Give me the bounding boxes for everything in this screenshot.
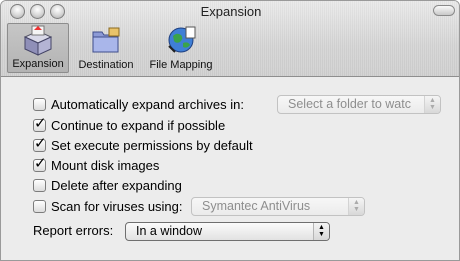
report-errors-value: In a window (136, 224, 203, 238)
continue-expand-label: Continue to expand if possible (51, 117, 226, 133)
exec-perms-row: ✓ Set execute permissions by default (33, 136, 253, 154)
delete-after-checkbox[interactable] (33, 178, 46, 192)
auto-expand-row: Automatically expand archives in: (33, 95, 244, 113)
window-title: Expansion (200, 4, 262, 19)
auto-expand-label: Automatically expand archives in: (51, 96, 244, 112)
continue-expand-checkbox[interactable]: ✓ (33, 114, 47, 132)
folder-icon (92, 27, 120, 53)
toolbar-label-destination: Destination (78, 59, 134, 71)
popup-arrows-icon: ▲ ▼ (348, 198, 364, 215)
exec-perms-checkbox[interactable]: ✓ (33, 134, 47, 152)
preferences-window: Expansion Expansion Destination File Map… (0, 0, 460, 261)
title-toolbar: Expansion Expansion Destination File Map… (1, 1, 459, 77)
antivirus-value: Symantec AntiVirus (202, 199, 311, 213)
delete-after-row: Delete after expanding (33, 176, 182, 194)
mount-images-checkbox[interactable]: ✓ (33, 154, 47, 172)
package-icon (23, 25, 53, 56)
toolbar-tab-expansion[interactable]: Expansion (7, 23, 69, 73)
globe-icon (168, 26, 196, 53)
mount-images-row: ✓ Mount disk images (33, 156, 159, 174)
mount-images-label: Mount disk images (51, 157, 160, 173)
antivirus-popup[interactable]: Symantec AntiVirus ▲ ▼ (191, 197, 365, 216)
scan-viruses-checkbox[interactable] (33, 199, 46, 213)
toolbar-label-expansion: Expansion (12, 58, 64, 70)
popup-arrows-icon: ▲ ▼ (313, 223, 329, 240)
report-errors-label: Report errors: (33, 223, 114, 238)
toolbar-toggle-button[interactable] (433, 5, 455, 16)
exec-perms-label: Set execute permissions by default (51, 137, 253, 153)
toolbar-tab-file-mapping[interactable]: File Mapping (145, 23, 217, 73)
checkmark-icon: ✓ (34, 154, 47, 172)
auto-expand-checkbox[interactable] (33, 97, 46, 111)
watch-folder-value: Select a folder to watc (288, 97, 411, 111)
checkmark-icon: ✓ (34, 114, 47, 132)
watch-folder-popup[interactable]: Select a folder to watc ▲ ▼ (277, 95, 441, 114)
continue-expand-row: ✓ Continue to expand if possible (33, 116, 225, 134)
delete-after-label: Delete after expanding (51, 177, 182, 193)
toolbar-label-file-mapping: File Mapping (149, 59, 213, 71)
checkmark-icon: ✓ (34, 134, 47, 152)
scan-viruses-label: Scan for viruses using: (51, 198, 183, 214)
toolbar-tab-destination[interactable]: Destination (71, 23, 141, 73)
popup-arrows-icon: ▲ ▼ (424, 96, 440, 113)
scan-viruses-row: Scan for viruses using: (33, 197, 183, 215)
report-errors-popup[interactable]: In a window ▲ ▼ (125, 222, 330, 241)
